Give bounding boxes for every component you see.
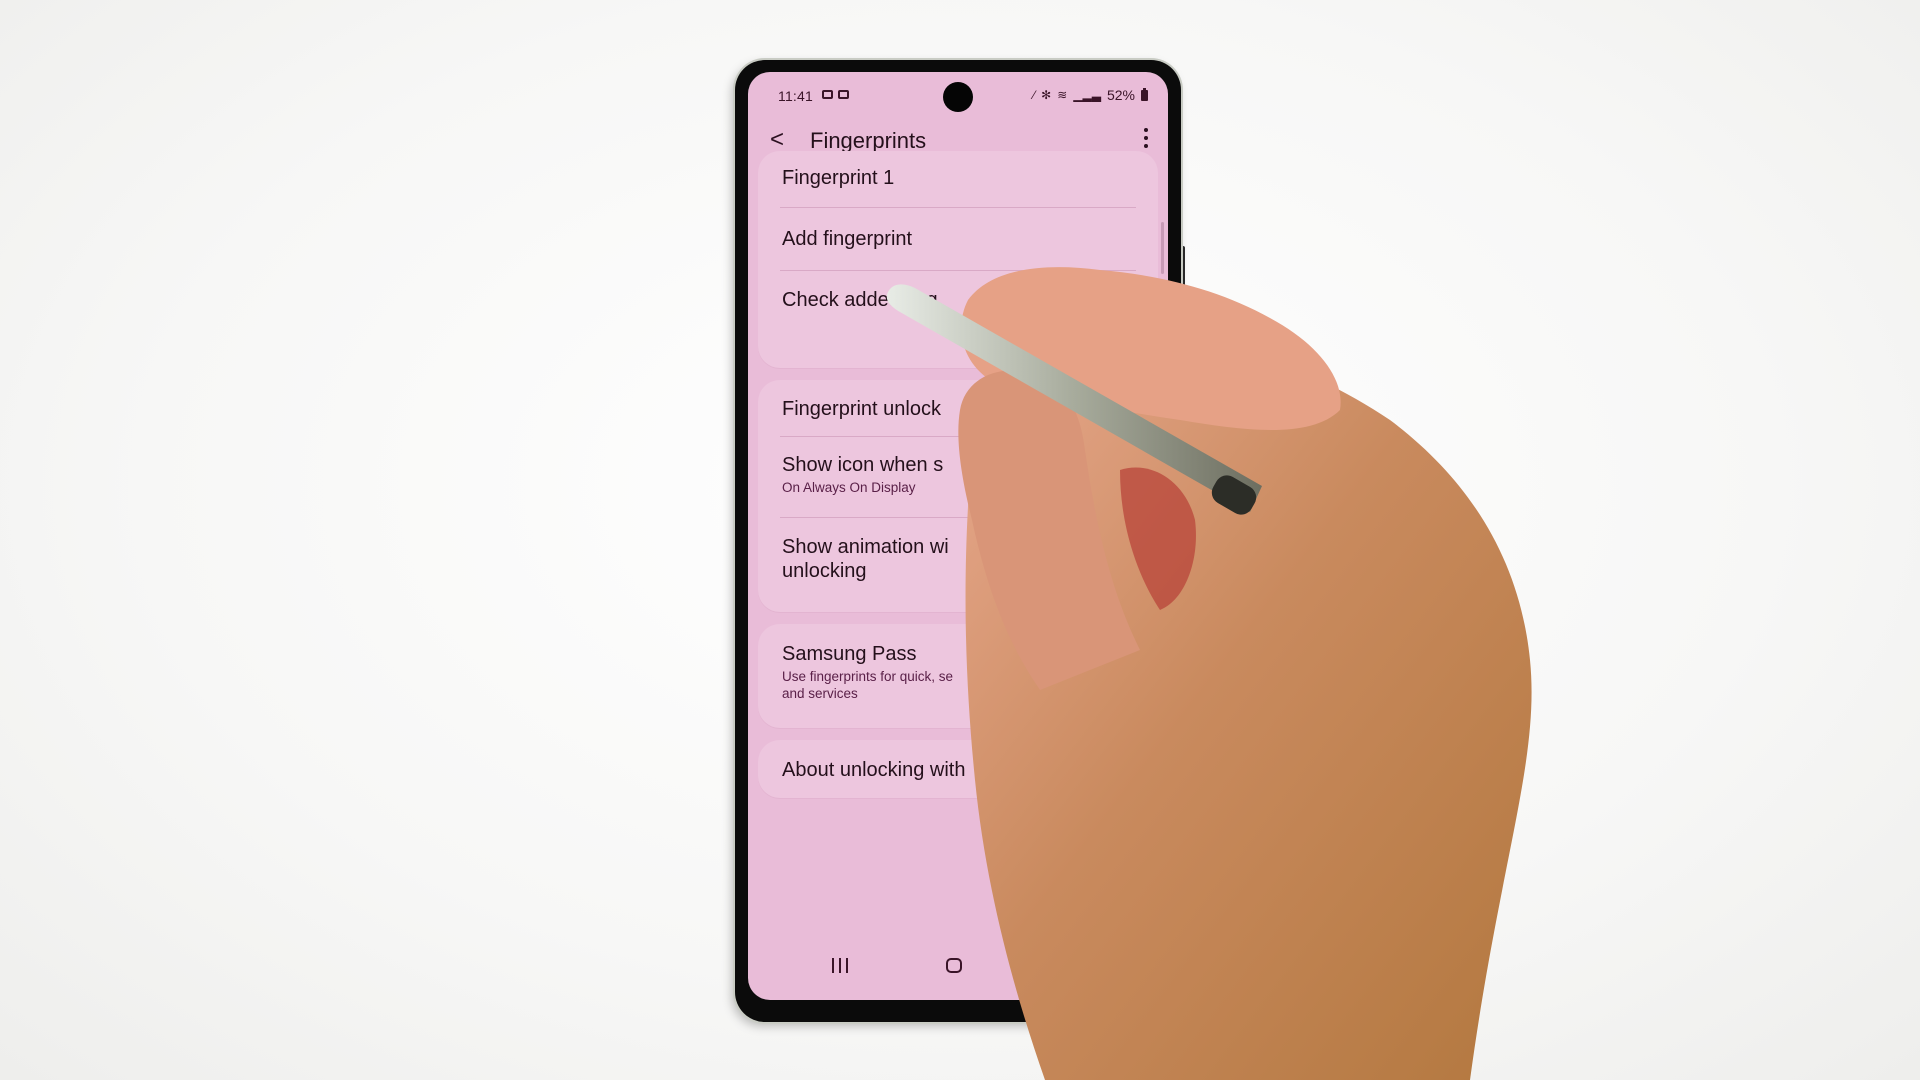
list-item-subtitle: Use fingerprints for quick, se [782,669,954,684]
list-item-show-animation[interactable]: Show animation wi unlocking [758,518,1158,605]
fingerprint-options-card: Fingerprint unlock Show icon when s On A… [758,380,1158,612]
stylus-icon: ⁄ [1033,88,1036,102]
gallery-notification-icon [838,90,849,99]
list-item-label: Check added fing [782,289,938,311]
list-item-label: About unlocking with [782,759,966,781]
fingerprint-list-card: Fingerprint 1 Add fingerprint Check adde… [758,151,1158,368]
gallery-notification-icon [822,90,833,99]
phone-side-button [1181,246,1185,316]
list-item-fingerprint-1[interactable]: Fingerprint 1 [758,151,1158,207]
scrollbar[interactable] [1161,222,1164,274]
list-item-label-line2: unlocking [782,560,867,582]
list-item-check-added-fingerprints[interactable]: Check added fing [758,271,1158,328]
list-item-label: Show icon when s [782,454,944,476]
status-right-icons: ⁄ ✻ ≋ ▁▂▃ 52% [1033,87,1148,103]
status-time: 11:41 [778,88,813,104]
navigation-bar [748,944,1168,1000]
list-item-samsung-pass[interactable]: Samsung Pass Use fingerprints for quick,… [758,624,1158,728]
list-item-label: Samsung Pass [782,643,917,665]
list-item-subtitle-line2: and services [782,686,858,701]
recents-icon[interactable] [832,958,848,974]
status-bar: 11:41 ⁄ ✻ ≋ ▁▂▃ 52% [748,86,1168,106]
list-item-show-icon[interactable]: Show icon when s On Always On Display [758,437,1158,517]
list-item-label: Fingerprint 1 [782,167,895,189]
samsung-pass-card: Samsung Pass Use fingerprints for quick,… [758,624,1158,728]
list-item-label: Fingerprint unlock [782,398,941,420]
list-item-subtitle: On Always On Display [782,480,916,495]
phone: 11:41 ⁄ ✻ ≋ ▁▂▃ 52% < Fingerprints Finge… [735,60,1181,1022]
bluetooth-icon: ✻ [1041,88,1052,102]
more-vertical-icon[interactable] [1142,128,1150,152]
about-card: About unlocking with [758,740,1158,798]
wifi-icon: ≋ [1057,88,1068,102]
list-item-add-fingerprint[interactable]: Add fingerprint [758,208,1158,270]
signal-icon: ▁▂▃ [1073,88,1101,102]
home-icon[interactable] [946,958,962,973]
list-item-fingerprint-unlock[interactable]: Fingerprint unlock [758,380,1158,436]
chevron-left-icon[interactable]: < [770,126,784,154]
battery-percent: 52% [1106,87,1135,103]
battery-icon [1141,87,1148,101]
list-item-about-unlocking[interactable]: About unlocking with [758,740,1158,798]
list-item-label: Show animation wi [782,536,949,558]
phone-screen: 11:41 ⁄ ✻ ≋ ▁▂▃ 52% < Fingerprints Finge… [748,72,1168,1000]
stylus-end-cap [1211,475,1257,515]
list-item-label: Add fingerprint [782,228,913,250]
